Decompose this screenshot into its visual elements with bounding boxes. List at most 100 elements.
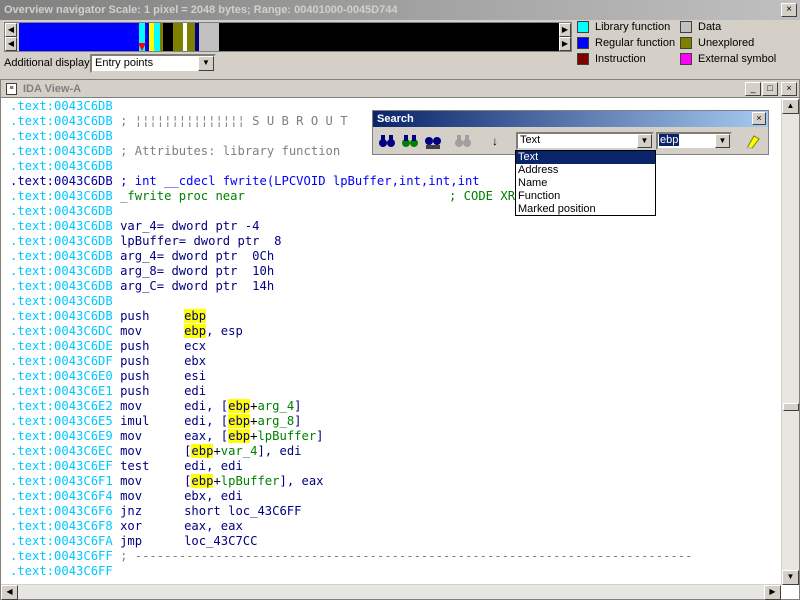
search-disabled-icon: [452, 130, 474, 152]
code-address: .text:0043C6DB: [10, 144, 113, 158]
scroll-right-icon[interactable]: ▶: [559, 23, 571, 37]
search-type-select[interactable]: Text ▼: [516, 132, 654, 150]
code-address: .text:0043C6E2: [10, 399, 113, 413]
code-line[interactable]: .text:0043C6E0 push esi: [10, 369, 206, 384]
dropdown-option[interactable]: Address: [516, 164, 655, 177]
code-line[interactable]: .text:0043C6DB push ebp: [10, 309, 207, 324]
code-line[interactable]: .text:0043C6DB: [10, 159, 113, 174]
code-operand: eax, [: [184, 429, 229, 443]
code-line[interactable]: .text:0043C6DB _fwrite proc near ; CODE X…: [10, 189, 515, 204]
legend-swatch: [680, 37, 692, 49]
scroll-left-icon[interactable]: ◀: [5, 37, 17, 51]
search-binary-icon[interactable]: [422, 130, 444, 152]
overview-strip[interactable]: ◀ ◀ ▶ ▶: [4, 22, 572, 52]
code-line[interactable]: .text:0043C6DF push ebx: [10, 354, 206, 369]
code-line[interactable]: .text:0043C6DB lpBuffer= dword ptr 8: [10, 234, 282, 249]
search-binoculars-icon[interactable]: [376, 130, 398, 152]
chevron-down-icon[interactable]: ▼: [715, 134, 730, 148]
code-line[interactable]: .text:0043C6EF test edi, edi: [10, 459, 243, 474]
code-line[interactable]: .text:0043C6F8 xor eax, eax: [10, 519, 243, 534]
legend-label: External symbol: [698, 53, 777, 65]
search-next-icon[interactable]: [399, 130, 421, 152]
close-icon[interactable]: ×: [752, 112, 766, 125]
code-line[interactable]: .text:0043C6DB ; Attributes: library fun…: [10, 144, 340, 159]
code-line[interactable]: .text:0043C6FF ; -----------------------…: [10, 549, 692, 564]
search-input[interactable]: ebp ▼: [656, 132, 732, 150]
code-line[interactable]: .text:0043C6DB arg_C= dword ptr 14h: [10, 279, 274, 294]
scroll-right-icon[interactable]: ▶: [559, 37, 571, 51]
code-line[interactable]: .text:0043C6FA jmp loc_43C7CC: [10, 534, 257, 549]
scroll-left-icon[interactable]: ◀: [5, 23, 17, 37]
scroll-left-icon[interactable]: ◀: [1, 585, 18, 600]
code-line[interactable]: .text:0043C6DB ; int __cdecl fwrite(LPCV…: [10, 174, 480, 189]
maximize-icon[interactable]: □: [762, 82, 778, 96]
code-line[interactable]: .text:0043C6F4 mov ebx, edi: [10, 489, 243, 504]
code-line[interactable]: .text:0043C6F1 mov [ebp+lpBuffer], eax: [10, 474, 324, 489]
scroll-down-icon[interactable]: ▼: [782, 570, 799, 585]
code-operand: esi: [184, 369, 207, 383]
search-type-dropdown[interactable]: Text Address Name Function Marked position: [515, 150, 656, 216]
code-operand: ecx: [184, 339, 207, 353]
code-mnemonic: push: [120, 339, 150, 353]
code-line[interactable]: .text:0043C6FF: [10, 564, 113, 579]
search-highlight: ebp: [191, 474, 214, 488]
code-operand: edi, edi: [184, 459, 243, 473]
code-line[interactable]: .text:0043C6DB: [10, 99, 113, 114]
code-line[interactable]: .text:0043C6DB: [10, 129, 113, 144]
legend-label: Library function: [595, 21, 671, 33]
code-operand: ]: [316, 429, 324, 443]
code-line[interactable]: .text:0043C6DB var_4= dword ptr -4: [10, 219, 260, 234]
chevron-down-icon[interactable]: ▼: [637, 134, 652, 148]
dropdown-option[interactable]: Marked position: [516, 203, 655, 216]
code-address: .text:0043C6F1: [10, 474, 113, 488]
code-line[interactable]: .text:0043C6DE push ecx: [10, 339, 206, 354]
scroll-up-icon[interactable]: ▲: [782, 99, 799, 114]
code-line[interactable]: .text:0043C6DB ; ¦¦¦¦¦¦¦¦¦¦¦¦¦¦¦ S U B R…: [10, 114, 348, 129]
code-line[interactable]: .text:0043C6DB: [10, 204, 113, 219]
close-icon[interactable]: ×: [781, 82, 797, 96]
dropdown-option[interactable]: Function: [516, 190, 655, 203]
code-address: .text:0043C6EC: [10, 444, 113, 458]
code-address: .text:0043C6DB: [10, 249, 113, 263]
code-line[interactable]: .text:0043C6E5 imul edi, [ebp+arg_8]: [10, 414, 302, 429]
horizontal-scrollbar[interactable]: ◀ ▶: [1, 584, 781, 600]
search-input-value: ebp: [659, 134, 680, 146]
close-icon[interactable]: ×: [781, 3, 797, 17]
code-operand: edi, [: [184, 414, 229, 428]
dropdown-option[interactable]: Text: [516, 151, 655, 164]
additional-display-select[interactable]: Entry points ▼: [90, 54, 216, 73]
code-mnemonic: jnz: [120, 504, 143, 518]
jump-down-icon[interactable]: ↓: [484, 130, 506, 152]
code-address: .text:0043C6E9: [10, 429, 113, 443]
code-line[interactable]: .text:0043C6DB arg_8= dword ptr 10h: [10, 264, 274, 279]
code-address: .text:0043C6DB: [10, 309, 113, 323]
code-line[interactable]: .text:0043C6EC mov [ebp+var_4], edi: [10, 444, 302, 459]
scrollbar-thumb[interactable]: [783, 403, 799, 411]
code-line[interactable]: .text:0043C6F6 jnz short loc_43C6FF: [10, 504, 301, 519]
code-line[interactable]: .text:0043C6DC mov ebp, esp: [10, 324, 243, 339]
code-address: .text:0043C6FF: [10, 564, 113, 578]
code-address: .text:0043C6DF: [10, 354, 113, 368]
highlighter-icon[interactable]: [742, 130, 764, 152]
code-mnemonic: imul: [120, 414, 150, 428]
additional-display-value: Entry points: [95, 57, 154, 69]
code-line[interactable]: .text:0043C6E9 mov eax, [ebp+lpBuffer]: [10, 429, 324, 444]
code-address: .text:0043C6DC: [10, 324, 113, 338]
code-xref: ; CODE XR: [449, 189, 516, 203]
code-line[interactable]: .text:0043C6E2 mov edi, [ebp+arg_4]: [10, 399, 302, 414]
minimize-icon[interactable]: _: [745, 82, 761, 96]
chevron-down-icon[interactable]: ▼: [198, 56, 214, 71]
vertical-scrollbar[interactable]: ▲ ▼: [781, 99, 799, 585]
overview-title: Overview navigator Scale: 1 pixel = 2048…: [0, 0, 800, 20]
code-text: ; ¦¦¦¦¦¦¦¦¦¦¦¦¦¦¦ S U B R O U T: [120, 114, 348, 128]
code-line[interactable]: .text:0043C6DB: [10, 294, 113, 309]
scroll-right-icon[interactable]: ▶: [764, 585, 781, 600]
code-mnemonic: jmp: [120, 534, 143, 548]
code-text: ; Attributes: library function: [120, 144, 341, 158]
dropdown-option[interactable]: Name: [516, 177, 655, 190]
code-line[interactable]: .text:0043C6DB arg_4= dword ptr 0Ch: [10, 249, 274, 264]
code-line[interactable]: .text:0043C6E1 push edi: [10, 384, 206, 399]
disassembly-listing[interactable]: .text:0043C6DB .text:0043C6DB ; ¦¦¦¦¦¦¦¦¦…: [1, 99, 781, 585]
search-highlight: ebp: [184, 324, 207, 338]
overview-map[interactable]: [19, 23, 567, 51]
